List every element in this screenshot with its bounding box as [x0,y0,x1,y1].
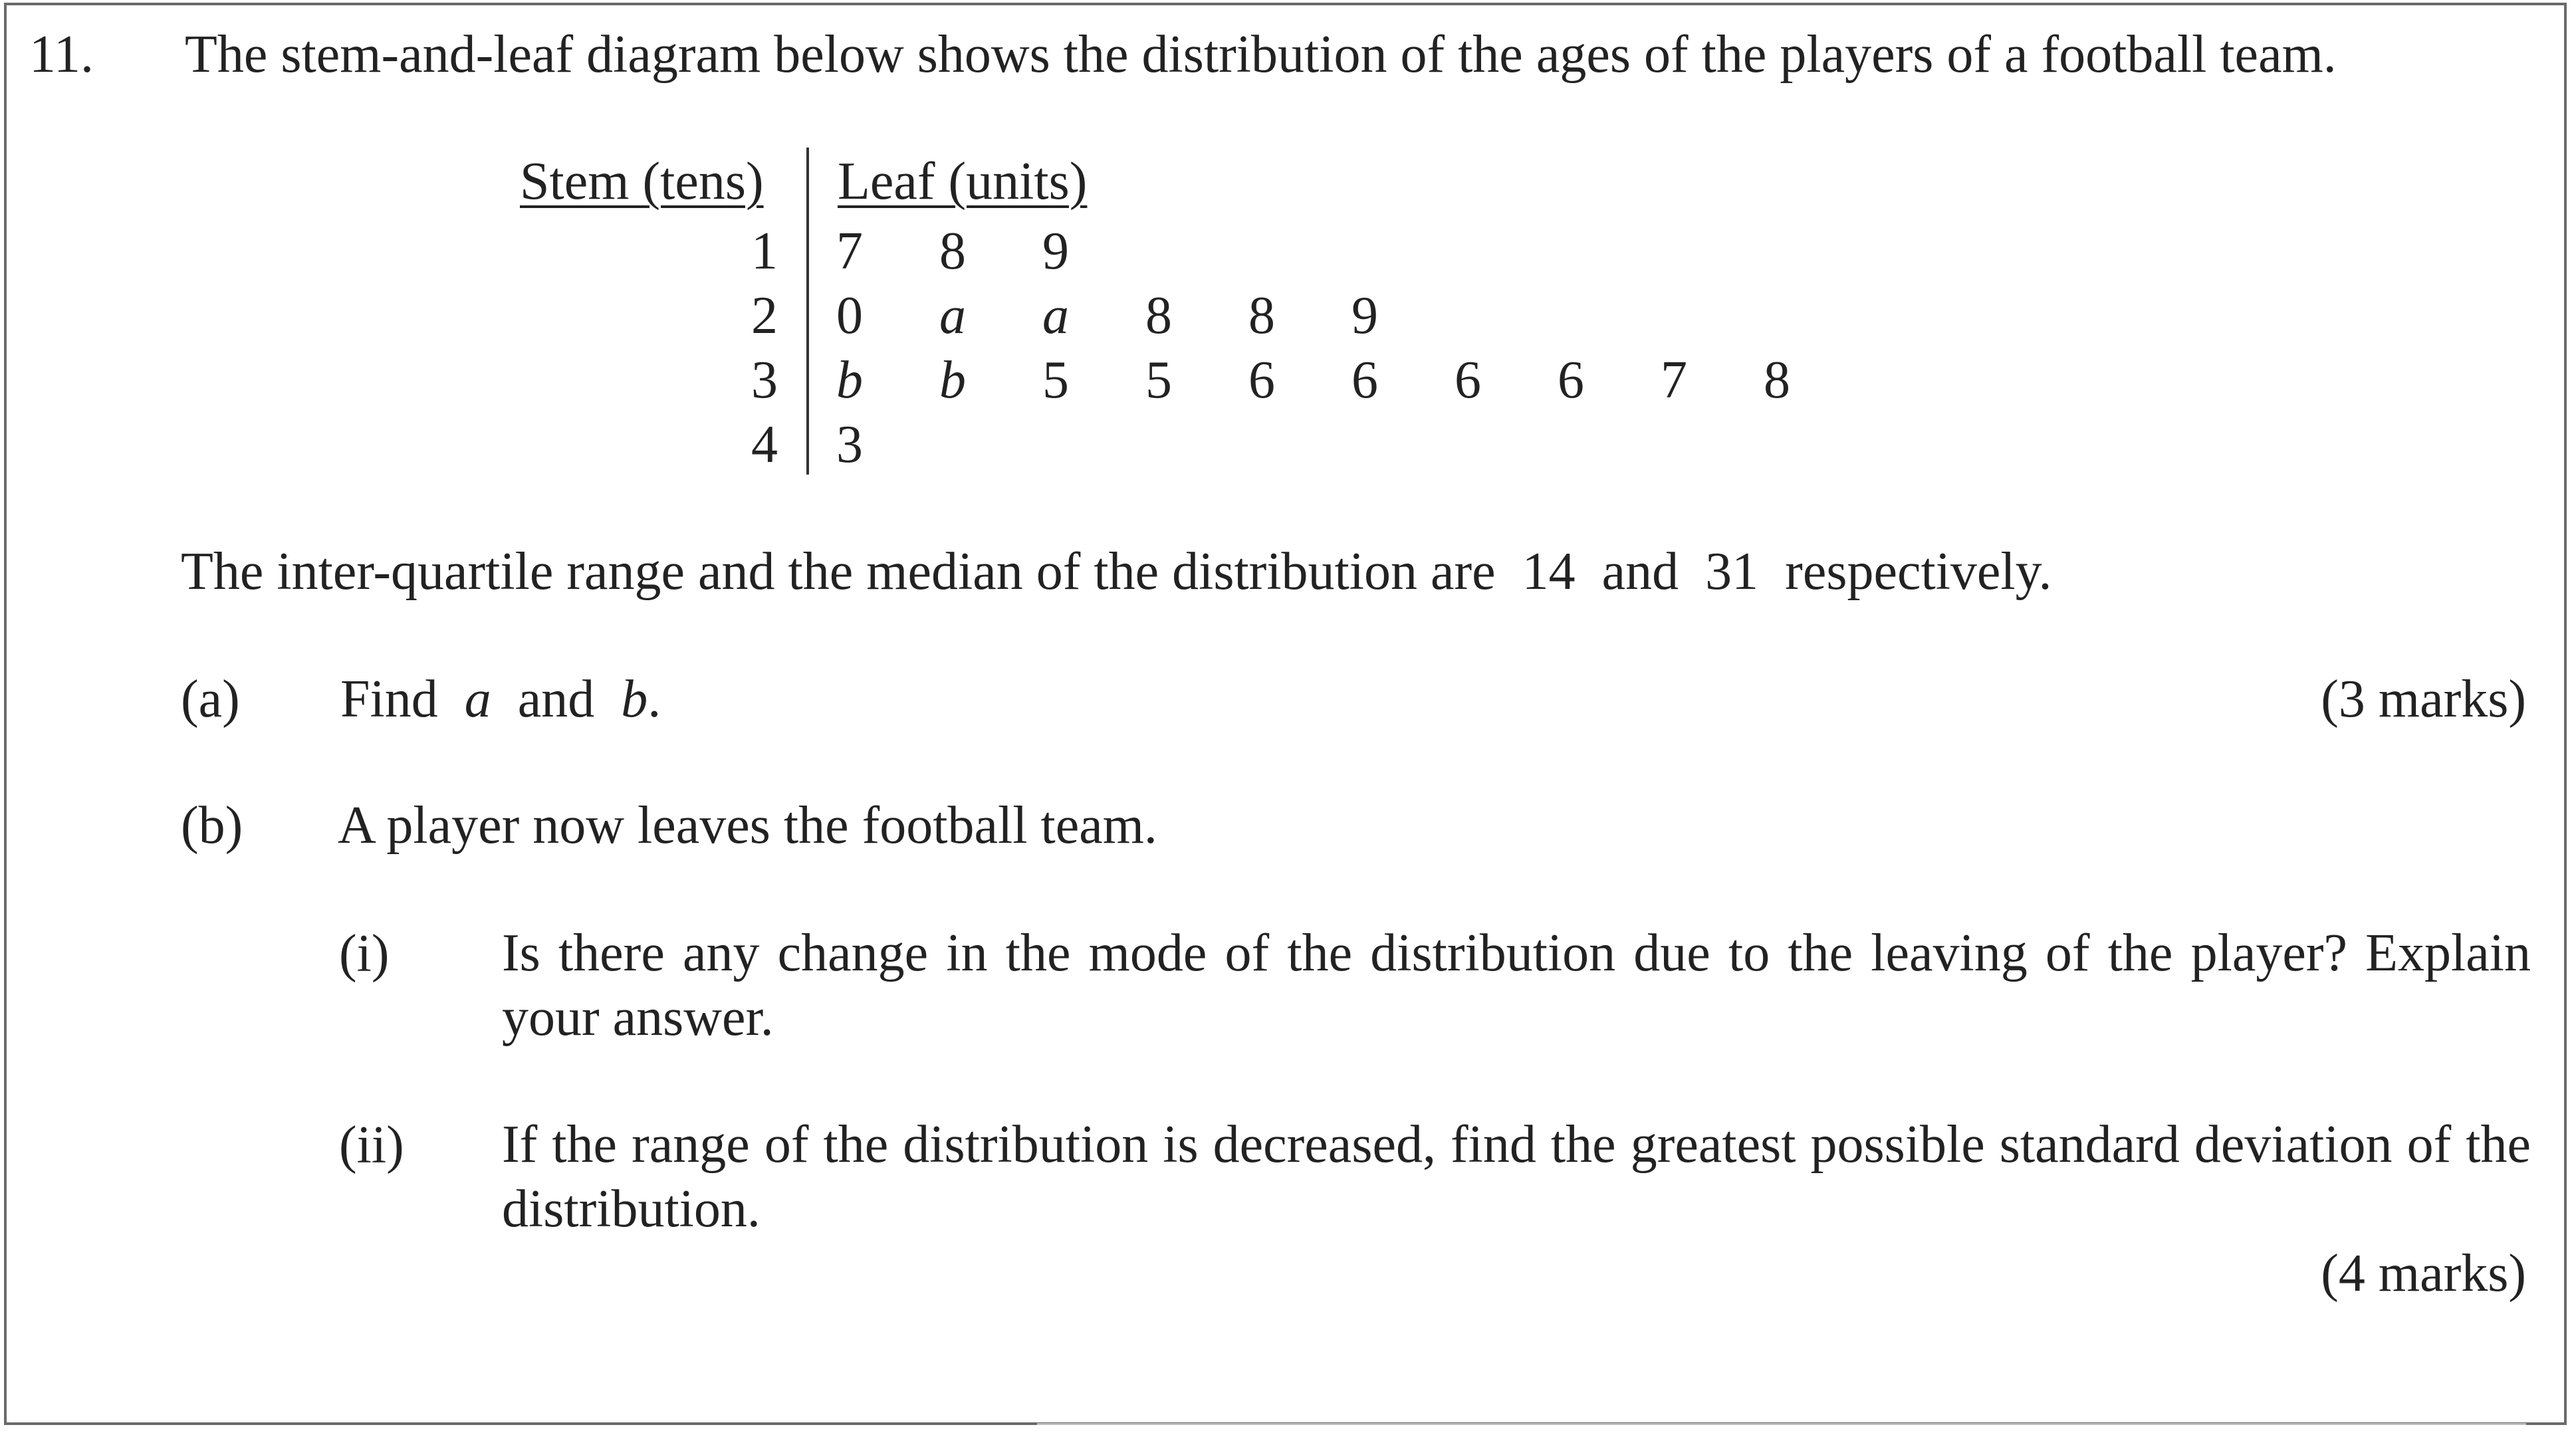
median-value: 31 [1705,542,1759,601]
part-b-i-text: Is there any change in the mode of the d… [502,924,2531,1047]
info-after: respectively. [1785,542,2052,601]
question-intro: The stem-and-leaf diagram below shows th… [185,25,2337,84]
stem-value: 3 [751,351,778,409]
leaf-value: 0 [836,286,863,345]
leaf-value: 7 [1661,351,1687,409]
part-a-var-a: a [464,670,491,728]
info-before: The inter-quartile range and the median … [181,542,1496,601]
part-a-var-b: b [621,670,648,728]
part-a-find: Find [340,670,438,728]
stem-value: 1 [751,222,778,280]
part-b-label: (b) [181,796,243,855]
leaf-value: 3 [836,415,863,474]
leaf-value: 6 [1558,351,1584,409]
leaf-value: b [939,351,966,409]
part-a-text: Find a and b. [340,673,661,726]
part-b-marks: (4 marks) [2321,1244,2526,1303]
leaf-value: 5 [1042,351,1069,409]
part-a-and: and [517,670,595,728]
info-and: and [1601,542,1679,601]
leaf-value: 6 [1455,351,1481,409]
leaf-value: 8 [1764,351,1790,409]
leaf-value: 8 [1248,286,1275,345]
leaf-value: 6 [1248,351,1275,409]
stem-leaf-divider [806,148,809,475]
leaf-value: 8 [1145,286,1172,345]
leaf-value: 8 [939,222,966,280]
iqr-value: 14 [1522,542,1576,601]
leaf-header: Leaf (units) [838,152,1088,211]
part-b-ii-text: If the range of the distribution is decr… [502,1115,2531,1238]
stem-header: Stem (tens) [520,152,764,211]
leaf-value: 6 [1351,351,1378,409]
info-sentence: The inter-quartile range and the median … [181,545,2051,598]
leaf-value: a [1042,286,1069,345]
leaf-value: 5 [1145,351,1172,409]
leaf-value: 7 [836,222,863,280]
stem-value: 4 [751,415,778,474]
part-b-text: A player now leaves the football team. [338,796,1157,855]
part-a-marks: (3 marks) [2321,670,2526,728]
leaf-value: 9 [1351,286,1378,345]
part-a-period: . [647,670,661,728]
leaf-value: b [836,351,863,409]
part-b-i-label: (i) [339,925,390,983]
part-a-label: (a) [181,670,240,728]
bottom-rule [1037,1423,2526,1425]
part-b-ii-label: (ii) [339,1116,404,1174]
leaf-value: 9 [1042,222,1069,280]
stem-value: 2 [751,286,778,345]
leaf-value: a [939,286,966,345]
question-number: 11. [29,25,94,84]
